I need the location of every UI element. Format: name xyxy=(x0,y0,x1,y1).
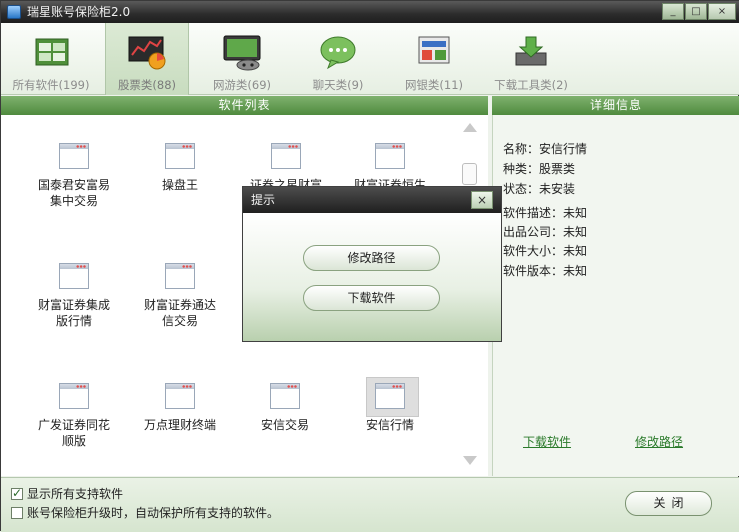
detail-version: 软件版本：未知 xyxy=(503,264,588,278)
software-list-header: 软件列表 xyxy=(1,96,488,115)
software-item[interactable]: 安信交易 xyxy=(237,383,333,433)
footer-bar: 显示所有支持软件 账号保险柜升级时，自动保护所有支持的软件。 关闭 xyxy=(1,477,739,532)
software-label: 万点理财终端 xyxy=(143,418,216,432)
online-bank-icon xyxy=(418,36,450,64)
auto-protect-label: 账号保险柜升级时，自动保护所有支持的软件。 xyxy=(27,506,280,520)
window-controls: _ □ × xyxy=(662,3,736,20)
detail-info-header: 详细信息 xyxy=(492,96,739,115)
minimize-button[interactable]: _ xyxy=(662,3,684,20)
software-item[interactable]: 万点理财终端 xyxy=(132,383,228,433)
software-label: 广发证券同花 xyxy=(37,418,110,432)
tab-label: 聊天类(9) xyxy=(312,78,364,92)
scroll-down-arrow-icon[interactable] xyxy=(463,456,477,465)
modify-path-link[interactable]: 修改路径 xyxy=(635,433,683,450)
title-bar[interactable]: 瑞星账号保险柜2.0 _ □ × xyxy=(1,1,739,23)
window-title: 瑞星账号保险柜2.0 xyxy=(27,5,131,19)
detail-status: 状态：未安装 xyxy=(503,182,576,196)
dialog-close-button[interactable]: × xyxy=(471,191,493,209)
dialog-title: 提示 xyxy=(251,193,276,207)
download-tool-icon xyxy=(515,36,547,66)
prompt-dialog: 提示 × 修改路径 下载软件 xyxy=(242,186,502,342)
detail-category: 种类：股票类 xyxy=(503,162,576,176)
auto-protect-checkbox[interactable]: 账号保险柜升级时，自动保护所有支持的软件。 xyxy=(11,504,279,521)
close-button[interactable]: 关闭 xyxy=(625,491,712,516)
tab-label: 网游类(69) xyxy=(212,78,272,92)
rising-logo-icon xyxy=(7,5,21,19)
tab-label: 网银类(11) xyxy=(404,78,464,92)
app-window-icon xyxy=(59,143,89,169)
maximize-button[interactable]: □ xyxy=(685,3,707,20)
close-window-button[interactable]: × xyxy=(708,3,736,20)
tab-online-games[interactable]: 网游类(69) xyxy=(197,23,287,95)
detail-description: 软件描述：未知 xyxy=(503,206,588,220)
software-item[interactable]: 财富证券集成 版行情 xyxy=(26,263,122,329)
stock-chart-icon xyxy=(128,36,166,70)
scroll-up-arrow-icon[interactable] xyxy=(463,123,477,132)
checkbox-checked-icon[interactable] xyxy=(11,486,23,500)
download-software-link[interactable]: 下载软件 xyxy=(523,433,571,450)
software-item[interactable]: 操盘王 xyxy=(132,143,228,193)
software-label: 财富证券集成 xyxy=(37,298,110,312)
software-label: 顺版 xyxy=(61,434,86,448)
tab-label: 股票类(88) xyxy=(117,78,177,92)
detail-name: 名称：安信行情 xyxy=(503,142,588,156)
software-label: 安信行情 xyxy=(365,418,414,432)
app-window-icon xyxy=(375,383,405,409)
detail-publisher: 出品公司：未知 xyxy=(503,225,588,239)
app-window-icon xyxy=(270,383,300,409)
software-item[interactable]: 财富证券通达 信交易 xyxy=(132,263,228,329)
software-label: 国泰君安富易 xyxy=(37,178,110,192)
tab-label: 所有软件(199) xyxy=(12,78,90,92)
detail-panel: 名称：安信行情 种类：股票类 状态：未安装 软件描述：未知 出品公司：未知 软件… xyxy=(492,115,739,476)
app-window-icon xyxy=(59,263,89,289)
software-label: 集中交易 xyxy=(49,194,98,208)
chat-bubble-icon xyxy=(320,36,356,70)
tab-label: 下载工具类(2) xyxy=(494,78,568,92)
app-window-icon xyxy=(271,143,301,169)
dialog-title-bar[interactable]: 提示 xyxy=(243,187,501,213)
app-window-icon xyxy=(165,263,195,289)
all-software-icon xyxy=(35,38,69,66)
software-label: 安信交易 xyxy=(260,418,309,432)
tab-online-banking[interactable]: 网银类(11) xyxy=(389,23,479,95)
tab-all-software[interactable]: 所有软件(199) xyxy=(1,23,101,95)
software-item[interactable]: 广发证券同花 顺版 xyxy=(26,383,122,449)
show-all-checkbox[interactable]: 显示所有支持软件 xyxy=(11,485,123,502)
software-label: 操盘王 xyxy=(161,178,198,192)
scrollbar-thumb[interactable] xyxy=(462,163,477,185)
checkbox-unchecked-icon[interactable] xyxy=(11,506,23,519)
app-window-icon xyxy=(165,143,195,169)
app-window: 瑞星账号保险柜2.0 _ □ × 所有软件(199) 股票类(88) 网游类(6… xyxy=(0,0,739,532)
software-label: 信交易 xyxy=(161,314,198,328)
software-label: 财富证券通达 xyxy=(143,298,216,312)
game-console-icon xyxy=(223,35,261,71)
app-window-icon xyxy=(59,383,89,409)
software-item[interactable]: 国泰君安富易 集中交易 xyxy=(26,143,122,209)
detail-size: 软件大小：未知 xyxy=(503,244,588,258)
modify-path-button[interactable]: 修改路径 xyxy=(303,245,440,271)
app-window-icon xyxy=(165,383,195,409)
tab-download-tools[interactable]: 下载工具类(2) xyxy=(485,23,577,95)
download-software-button[interactable]: 下载软件 xyxy=(303,285,440,311)
tab-chat[interactable]: 聊天类(9) xyxy=(293,23,383,95)
app-window-icon xyxy=(375,143,405,169)
dialog-body: 修改路径 下载软件 xyxy=(243,213,501,341)
tab-stocks[interactable]: 股票类(88) xyxy=(105,23,189,95)
software-label: 版行情 xyxy=(55,314,92,328)
category-toolbar: 所有软件(199) 股票类(88) 网游类(69) 聊天类(9) 网银类(11)… xyxy=(1,23,739,95)
software-item-selected[interactable]: 安信行情 xyxy=(342,377,438,433)
show-all-label: 显示所有支持软件 xyxy=(27,487,124,501)
